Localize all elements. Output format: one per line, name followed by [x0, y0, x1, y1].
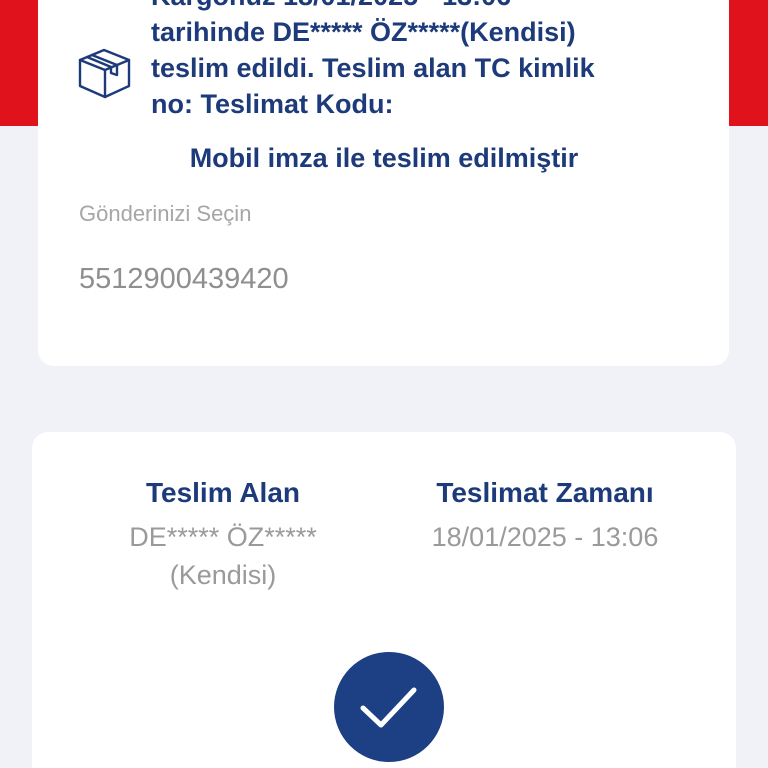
tracking-number-selector[interactable]: 5512900439420: [79, 262, 289, 296]
delivered-status-circle: [334, 652, 444, 762]
delivery-time-title: Teslimat Zamanı: [436, 477, 654, 508]
recipient-value: DE***** ÖZ***** (Kendisi): [129, 522, 317, 590]
recipient-column: Teslim Alan DE***** ÖZ***** (Kendisi): [98, 476, 348, 594]
checkmark-icon: [360, 687, 417, 728]
delivery-time-value: 18/01/2025 - 13:06: [431, 522, 659, 552]
delivery-status-message: Kargonuz 18/01/2025 - 13:06 tarihinde DE…: [151, 0, 595, 119]
select-shipment-label: Gönderinizi Seçin: [79, 201, 252, 226]
recipient-title: Teslim Alan: [145, 477, 301, 508]
package-box-icon: [76, 46, 133, 100]
delivery-method-text: Mobil imza ile teslim edilmiştir: [189, 143, 579, 173]
delivery-time-column: Teslimat Zamanı 18/01/2025 - 13:06: [404, 476, 686, 556]
